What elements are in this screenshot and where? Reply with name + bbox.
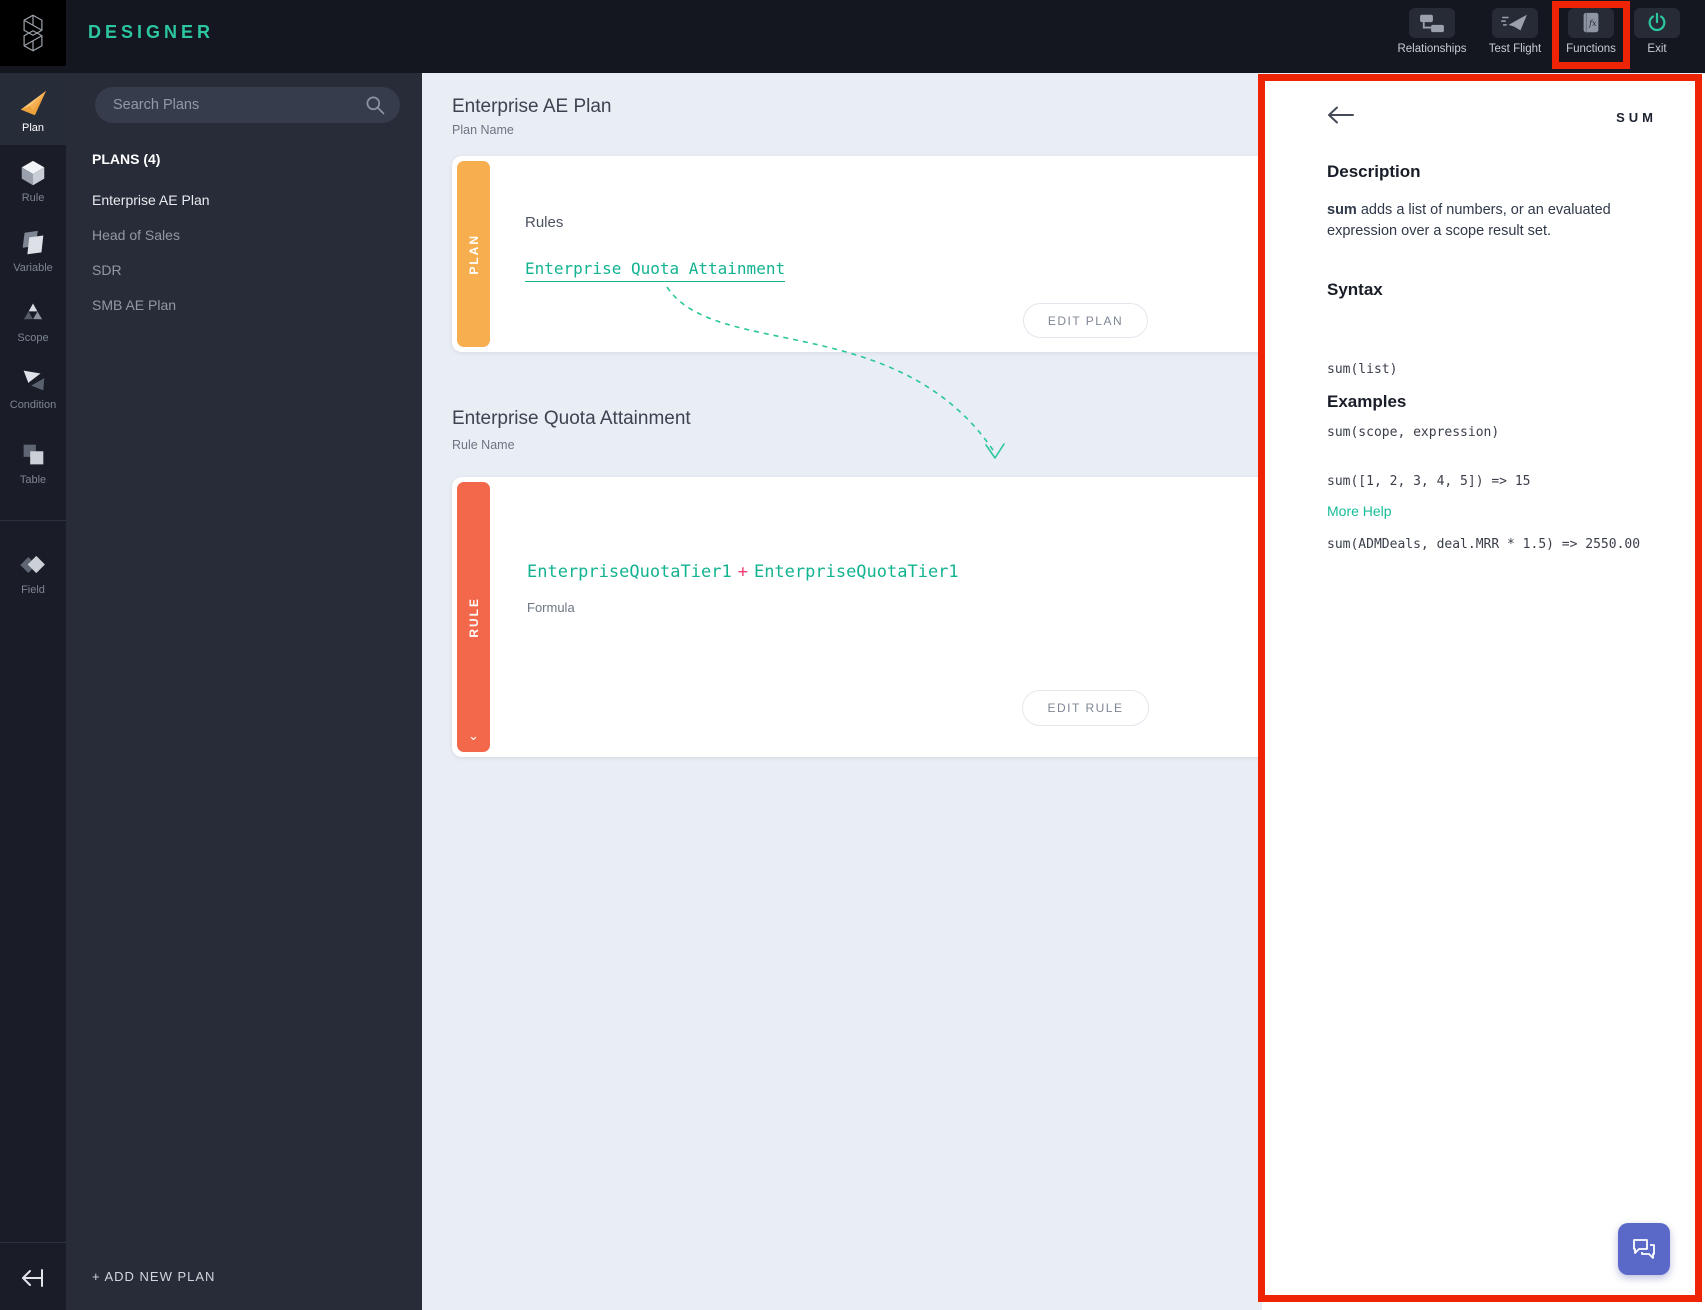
rule-cube-icon [21,160,45,186]
sidebar-item-variable[interactable]: Variable [0,228,66,274]
function-name: SUM [1616,110,1657,125]
plans-section-title: PLANS (4) [92,151,161,167]
plans-panel: PLANS (4) Enterprise AE Plan Head of Sal… [66,73,422,1310]
chat-bubbles-icon [1633,1239,1655,1259]
collapse-sidebar-button[interactable] [17,1265,49,1291]
rule-card-tab[interactable]: RULE ⌄ [457,482,490,752]
formula-left: EnterpriseQuotaTier1 [527,562,732,582]
plan-title: Enterprise AE Plan [452,96,612,117]
relationships-icon [1409,8,1455,38]
description-heading: Description [1327,162,1421,181]
sidebar-item-table[interactable]: Table [0,440,66,486]
plan-list-item[interactable]: SDR [92,262,122,278]
rule-card [452,477,1302,757]
app-title: DESIGNER [88,22,215,42]
nav-exit-button[interactable]: Exit [1634,8,1680,55]
plan-list-item[interactable]: SMB AE Plan [92,297,176,313]
condition-triangles-icon [23,370,45,391]
add-new-plan-button[interactable]: + ADD NEW PLAN [92,1269,215,1284]
search-input[interactable] [113,97,364,113]
rule-formula: EnterpriseQuotaTier1 + EnterpriseQuotaTier… [527,562,959,582]
edit-rule-button[interactable]: EDIT RULE [1022,690,1149,726]
rule-subtitle: Rule Name [452,438,515,452]
chat-button[interactable] [1618,1223,1670,1275]
svg-text:fx: fx [1588,18,1597,28]
designer-app: DESIGNER Relationships Test Flight fx Fu… [0,0,1705,1310]
scope-triangles-icon [23,303,43,320]
plan-list-item[interactable]: Head of Sales [92,227,180,243]
description-rest: adds a list of numbers, or an evaluated … [1327,202,1611,239]
plan-card-tab[interactable]: PLAN [457,161,490,347]
formula-operator: + [737,562,748,582]
sidebar-item-plan[interactable]: Plan [0,88,66,134]
rail-divider [0,520,66,521]
plan-subtitle: Plan Name [452,123,514,137]
app-logo[interactable] [0,0,66,66]
hexagon-logo-icon [23,14,43,52]
back-arrow-icon [1328,106,1354,124]
collapse-arrow-icon [22,1269,43,1287]
rule-link[interactable]: Enterprise Quota Attainment [525,259,786,282]
example-line: sum(ADMDeals, deal.MRR * 1.5) => 2550.00 [1327,537,1641,552]
description-text: sum adds a list of numbers, or an evalua… [1327,200,1627,242]
nav-relationships-button[interactable]: Relationships [1390,8,1474,55]
sidebar-item-field[interactable]: Field [0,550,66,596]
test-flight-icon [1492,8,1538,38]
top-header: DESIGNER Relationships Test Flight fx Fu… [0,0,1705,73]
rail-divider [0,1242,66,1243]
icon-sidebar: Plan Rule Variable Scope Condition Table… [0,73,66,1310]
sidebar-item-condition[interactable]: Condition [0,365,66,411]
examples-heading: Examples [1327,392,1407,411]
variable-layers-icon [22,230,44,255]
plan-card [452,156,1302,352]
nav-test-flight-button[interactable]: Test Flight [1482,8,1548,55]
field-diamonds-icon [20,555,45,574]
power-icon [1634,8,1680,38]
table-squares-icon [23,444,44,465]
description-term: sum [1327,202,1357,218]
sidebar-item-rule[interactable]: Rule [0,158,66,204]
formula-right: EnterpriseQuotaTier1 [753,562,959,582]
formula-label: Formula [527,600,575,615]
more-help-link[interactable]: More Help [1327,503,1392,519]
syntax-heading: Syntax [1327,280,1383,299]
syntax-line: sum(list) [1327,362,1398,377]
sidebar-item-scope[interactable]: Scope [0,300,66,344]
function-help-panel: SUM Description sum adds a list of numbe… [1262,74,1705,1310]
plan-paper-plane-icon [20,90,47,116]
chevron-down-icon[interactable]: ⌄ [457,728,490,744]
example-line: sum([1, 2, 3, 4, 5]) => 15 [1327,474,1531,489]
search-box [95,87,400,123]
nav-functions-button[interactable]: fx Functions [1556,8,1626,55]
rule-title: Enterprise Quota Attainment [452,408,691,429]
rules-label: Rules [525,214,564,231]
back-button[interactable] [1325,104,1355,126]
plan-list-item[interactable]: Enterprise AE Plan [92,192,210,208]
functions-icon: fx [1568,8,1614,38]
edit-plan-button[interactable]: EDIT PLAN [1023,303,1148,338]
search-icon[interactable] [364,94,386,116]
